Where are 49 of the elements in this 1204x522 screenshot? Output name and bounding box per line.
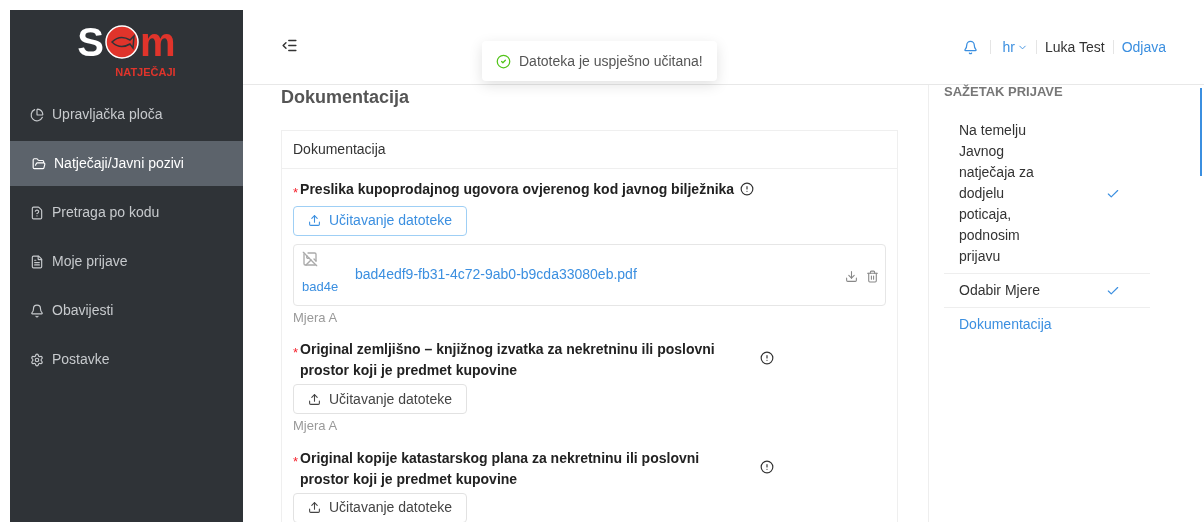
upload-icon: [308, 501, 321, 514]
document-icon: [30, 254, 44, 269]
document-label: Preslika kupoprodajnog ugovora ovjerenog kod javnog bilježnika: [300, 180, 735, 199]
upload-icon: [308, 392, 321, 406]
logout-link[interactable]: Odjava: [1121, 36, 1166, 58]
info-icon[interactable]: [760, 459, 775, 474]
download-icon[interactable]: [845, 269, 858, 283]
sidebar-item[interactable]: Natječaji/Javni pozivi: [10, 141, 243, 186]
fish-icon: [104, 24, 141, 60]
document-label: Original zemljišno – knjižnog izvatka za nekretninu ili poslovni prostor koji je predmet kupovine: [300, 340, 716, 380]
measure-label: Mjera A: [293, 417, 339, 435]
sidebar-item[interactable]: Postavke: [10, 337, 243, 382]
pie-chart-icon: [30, 107, 44, 122]
sidebar-item[interactable]: Pretraga po kodu: [10, 190, 243, 235]
language-select[interactable]: hr: [1002, 36, 1028, 58]
summary-step[interactable]: Dokumentacija: [944, 308, 1150, 341]
sidebar-item[interactable]: Moje prijave: [10, 239, 243, 284]
info-icon[interactable]: [760, 351, 775, 365]
summary-step[interactable]: Na temelju Javnog natječaja za dodjelu poticaja, podnosim prijavu: [944, 114, 1150, 274]
measure-label: Mjera A: [293, 308, 339, 327]
upload-button[interactable]: Učitavanje datoteke: [293, 492, 467, 522]
required-mark: *: [293, 184, 299, 202]
gear-icon: [30, 352, 44, 367]
info-icon[interactable]: [740, 182, 755, 196]
bell-icon: [30, 303, 44, 318]
page-title: Dokumentacija: [281, 86, 411, 109]
sidebar-item[interactable]: Obavijesti: [10, 288, 243, 333]
card-title: Dokumentacija: [293, 140, 386, 159]
document-icon: [30, 205, 44, 220]
scrollbar[interactable]: [1200, 88, 1202, 176]
folder-icon: [32, 156, 46, 171]
document-label: Original kopije katastarskog plana za nekretninu ili poslovni prostor koji je predmet kupovine: [300, 448, 701, 489]
check-circle-icon: [496, 53, 511, 69]
summary-title: SAŽETAK PRIJAVE: [944, 85, 1064, 99]
file-thumbnail-alt: bad4e: [302, 277, 340, 296]
toast: Datoteka je uspješno učitana!: [482, 41, 717, 81]
user-name: Luka Test: [1044, 37, 1105, 57]
required-mark: *: [293, 344, 299, 362]
broken-image-icon: [302, 250, 318, 267]
upload-button[interactable]: Učitavanje datoteke: [293, 384, 467, 414]
logo: S m NATJEČAJI: [77, 19, 176, 79]
delete-icon[interactable]: [866, 269, 879, 283]
upload-icon: [308, 214, 321, 227]
required-mark: *: [293, 452, 299, 471]
file-link[interactable]: bad4edf9-fb31-4c72-9ab0-b9cda33080eb.pdf: [355, 263, 637, 285]
upload-button[interactable]: Učitavanje datoteke: [293, 205, 467, 236]
sidebar-item[interactable]: Upravljačka ploča: [10, 92, 243, 137]
bell-icon[interactable]: [962, 39, 978, 55]
summary-step[interactable]: Odabir Mjere: [944, 274, 1150, 308]
